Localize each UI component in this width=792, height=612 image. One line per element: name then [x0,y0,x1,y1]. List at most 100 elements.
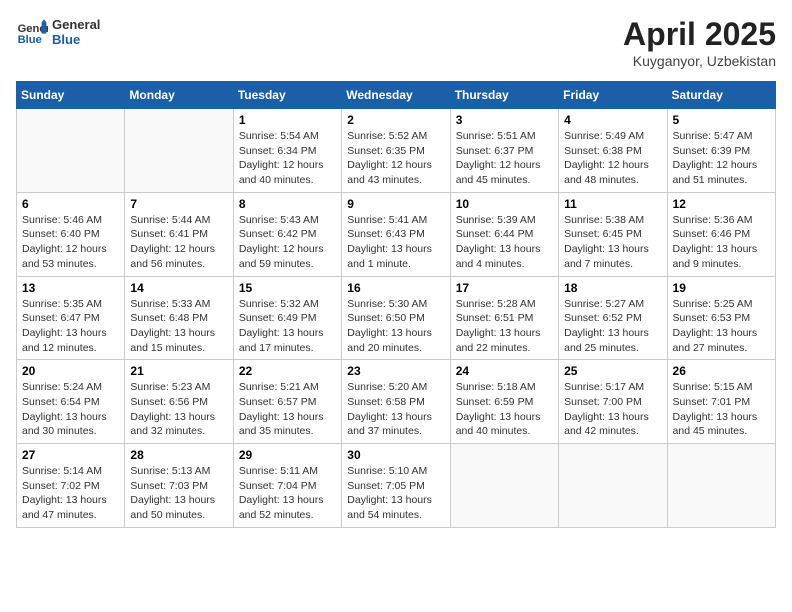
day-number: 11 [564,197,661,211]
day-number: 17 [456,281,553,295]
calendar-day-18: 18 Sunrise: 5:27 AM Sunset: 6:52 PM Dayli… [559,276,667,360]
calendar-day-9: 9Sunrise: 5:41 AM Sunset: 6:43 PM Daylig… [342,192,450,276]
calendar-day-11: 11 Sunrise: 5:38 AM Sunset: 6:45 PM Dayli… [559,192,667,276]
day-number: 7 [130,197,227,211]
day-info: Sunrise: 5:46 AM Sunset: 6:40 PM Dayligh… [22,213,119,272]
calendar-day-empty [125,109,233,193]
calendar-week-1: 1Sunrise: 5:54 AM Sunset: 6:34 PM Daylig… [17,109,776,193]
day-info: Sunrise: 5:14 AM Sunset: 7:02 PM Dayligh… [22,464,119,523]
day-info: Sunrise: 5:41 AM Sunset: 6:43 PM Dayligh… [347,213,444,272]
calendar-day-13: 13 Sunrise: 5:35 AM Sunset: 6:47 PM Dayli… [17,276,125,360]
calendar-day-14: 14 Sunrise: 5:33 AM Sunset: 6:48 PM Dayli… [125,276,233,360]
day-number: 18 [564,281,661,295]
day-number: 26 [673,364,770,378]
day-info: Sunrise: 5:43 AM Sunset: 6:42 PM Dayligh… [239,213,336,272]
day-number: 25 [564,364,661,378]
day-info: Sunrise: 5:35 AM Sunset: 6:47 PM Dayligh… [22,297,119,356]
calendar-day-30: 30 Sunrise: 5:10 AM Sunset: 7:05 PM Dayli… [342,444,450,528]
calendar-week-5: 27Sunrise: 5:14 AM Sunset: 7:02 PM Dayli… [17,444,776,528]
calendar-day-2: 2 Sunrise: 5:52 AM Sunset: 6:35 PM Daylig… [342,109,450,193]
day-number: 1 [239,113,336,127]
day-number: 22 [239,364,336,378]
day-number: 30 [347,448,444,462]
weekday-header-saturday: Saturday [667,82,775,109]
day-number: 15 [239,281,336,295]
logo-text: General Blue [52,17,100,47]
calendar-day-21: 21Sunrise: 5:23 AM Sunset: 6:56 PM Dayli… [125,360,233,444]
calendar-day-20: 20Sunrise: 5:24 AM Sunset: 6:54 PM Dayli… [17,360,125,444]
day-info: Sunrise: 5:11 AM Sunset: 7:04 PM Dayligh… [239,464,336,523]
month-title: April 2025 [623,16,776,53]
calendar-day-empty [559,444,667,528]
day-info: Sunrise: 5:33 AM Sunset: 6:48 PM Dayligh… [130,297,227,356]
title-block: April 2025 Kuyganyor, Uzbekistan [623,16,776,69]
weekday-header-monday: Monday [125,82,233,109]
calendar-table: SundayMondayTuesdayWednesdayThursdayFrid… [16,81,776,528]
day-number: 5 [673,113,770,127]
calendar-week-2: 6 Sunrise: 5:46 AM Sunset: 6:40 PM Daylig… [17,192,776,276]
day-number: 19 [673,281,770,295]
day-number: 4 [564,113,661,127]
calendar-week-4: 20Sunrise: 5:24 AM Sunset: 6:54 PM Dayli… [17,360,776,444]
day-info: Sunrise: 5:10 AM Sunset: 7:05 PM Dayligh… [347,464,444,523]
day-info: Sunrise: 5:21 AM Sunset: 6:57 PM Dayligh… [239,380,336,439]
calendar-day-19: 19 Sunrise: 5:25 AM Sunset: 6:53 PM Dayli… [667,276,775,360]
day-info: Sunrise: 5:20 AM Sunset: 6:58 PM Dayligh… [347,380,444,439]
day-number: 8 [239,197,336,211]
calendar-day-empty [17,109,125,193]
day-info: Sunrise: 5:47 AM Sunset: 6:39 PM Dayligh… [673,129,770,188]
day-number: 2 [347,113,444,127]
day-number: 6 [22,197,119,211]
day-number: 16 [347,281,444,295]
calendar-day-empty [667,444,775,528]
day-info: Sunrise: 5:27 AM Sunset: 6:52 PM Dayligh… [564,297,661,356]
location-text: Kuyganyor, Uzbekistan [623,53,776,69]
calendar-day-7: 7Sunrise: 5:44 AM Sunset: 6:41 PM Daylig… [125,192,233,276]
weekday-header-tuesday: Tuesday [233,82,341,109]
calendar-day-6: 6 Sunrise: 5:46 AM Sunset: 6:40 PM Daylig… [17,192,125,276]
day-info: Sunrise: 5:24 AM Sunset: 6:54 PM Dayligh… [22,380,119,439]
day-info: Sunrise: 5:51 AM Sunset: 6:37 PM Dayligh… [456,129,553,188]
weekday-header-sunday: Sunday [17,82,125,109]
day-number: 29 [239,448,336,462]
svg-text:Blue: Blue [18,34,42,46]
day-number: 10 [456,197,553,211]
day-info: Sunrise: 5:18 AM Sunset: 6:59 PM Dayligh… [456,380,553,439]
day-number: 13 [22,281,119,295]
day-info: Sunrise: 5:23 AM Sunset: 6:56 PM Dayligh… [130,380,227,439]
logo-icon: General Blue [16,16,48,48]
day-number: 23 [347,364,444,378]
day-info: Sunrise: 5:25 AM Sunset: 6:53 PM Dayligh… [673,297,770,356]
day-info: Sunrise: 5:49 AM Sunset: 6:38 PM Dayligh… [564,129,661,188]
calendar-day-empty [450,444,558,528]
weekday-header-wednesday: Wednesday [342,82,450,109]
day-info: Sunrise: 5:39 AM Sunset: 6:44 PM Dayligh… [456,213,553,272]
calendar-day-3: 3Sunrise: 5:51 AM Sunset: 6:37 PM Daylig… [450,109,558,193]
calendar-day-25: 25 Sunrise: 5:17 AM Sunset: 7:00 PM Dayli… [559,360,667,444]
weekday-header-friday: Friday [559,82,667,109]
calendar-day-26: 26Sunrise: 5:15 AM Sunset: 7:01 PM Dayli… [667,360,775,444]
day-info: Sunrise: 5:52 AM Sunset: 6:35 PM Dayligh… [347,129,444,188]
day-info: Sunrise: 5:17 AM Sunset: 7:00 PM Dayligh… [564,380,661,439]
day-number: 14 [130,281,227,295]
calendar-day-23: 23 Sunrise: 5:20 AM Sunset: 6:58 PM Dayli… [342,360,450,444]
weekday-header-thursday: Thursday [450,82,558,109]
day-info: Sunrise: 5:36 AM Sunset: 6:46 PM Dayligh… [673,213,770,272]
weekday-header-row: SundayMondayTuesdayWednesdayThursdayFrid… [17,82,776,109]
day-number: 12 [673,197,770,211]
calendar-day-17: 17Sunrise: 5:28 AM Sunset: 6:51 PM Dayli… [450,276,558,360]
calendar-week-3: 13 Sunrise: 5:35 AM Sunset: 6:47 PM Dayli… [17,276,776,360]
logo-blue-text: Blue [52,32,100,47]
calendar-day-10: 10 Sunrise: 5:39 AM Sunset: 6:44 PM Dayli… [450,192,558,276]
calendar-day-24: 24Sunrise: 5:18 AM Sunset: 6:59 PM Dayli… [450,360,558,444]
logo: General Blue General Blue [16,16,100,48]
day-info: Sunrise: 5:13 AM Sunset: 7:03 PM Dayligh… [130,464,227,523]
calendar-day-12: 12 Sunrise: 5:36 AM Sunset: 6:46 PM Dayli… [667,192,775,276]
calendar-day-5: 5 Sunrise: 5:47 AM Sunset: 6:39 PM Daylig… [667,109,775,193]
calendar-day-28: 28Sunrise: 5:13 AM Sunset: 7:03 PM Dayli… [125,444,233,528]
page-header: General Blue General Blue April 2025 Kuy… [16,16,776,69]
calendar-day-29: 29 Sunrise: 5:11 AM Sunset: 7:04 PM Dayli… [233,444,341,528]
day-info: Sunrise: 5:38 AM Sunset: 6:45 PM Dayligh… [564,213,661,272]
calendar-day-1: 1Sunrise: 5:54 AM Sunset: 6:34 PM Daylig… [233,109,341,193]
calendar-day-8: 8 Sunrise: 5:43 AM Sunset: 6:42 PM Daylig… [233,192,341,276]
